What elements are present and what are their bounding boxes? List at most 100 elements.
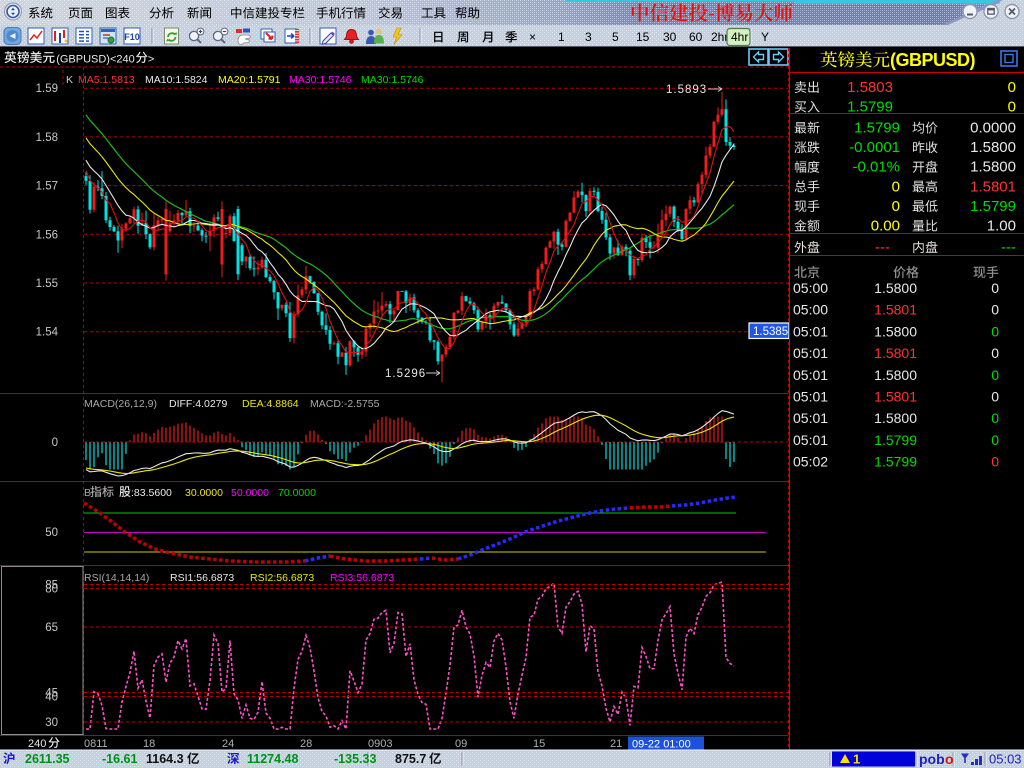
svg-text:RSI1:56.6873: RSI1:56.6873 <box>170 572 234 584</box>
svg-text:MACD(26,12,9): MACD(26,12,9) <box>84 398 157 410</box>
svg-text:24: 24 <box>222 738 234 750</box>
svg-text:DEA:4.8864: DEA:4.8864 <box>242 398 299 410</box>
svg-text:K: K <box>66 74 73 86</box>
svg-text:DIFF:4.0279: DIFF:4.0279 <box>169 398 228 410</box>
svg-text:1.5803: 1.5803 <box>847 79 893 96</box>
svg-text:1.5800: 1.5800 <box>970 159 1016 176</box>
svg-text:o: o <box>945 751 954 767</box>
svg-text:-0.01%: -0.01% <box>852 159 900 176</box>
svg-text:0: 0 <box>991 367 999 383</box>
svg-text:0811: 0811 <box>84 738 108 750</box>
svg-text:1.5296: 1.5296 <box>385 368 426 380</box>
svg-text:0: 0 <box>892 178 900 195</box>
svg-text:15: 15 <box>636 30 650 44</box>
svg-text:1164.3: 1164.3 <box>146 752 184 766</box>
svg-text:0: 0 <box>991 454 999 470</box>
svg-text:1.5893: 1.5893 <box>666 84 707 96</box>
svg-text:50.0000: 50.0000 <box>231 487 269 499</box>
svg-text:B: B <box>84 487 91 499</box>
svg-text:0: 0 <box>991 280 999 296</box>
svg-text:28: 28 <box>300 738 312 750</box>
svg-text:(GBPUSD)<240: (GBPUSD)<240 <box>56 54 135 66</box>
svg-text:0: 0 <box>991 389 999 405</box>
svg-text:15: 15 <box>533 738 545 750</box>
svg-text:0: 0 <box>52 437 58 449</box>
svg-text:0: 0 <box>991 302 999 318</box>
svg-text:05:01: 05:01 <box>793 345 828 361</box>
svg-text:80: 80 <box>45 584 58 596</box>
svg-text:1.56: 1.56 <box>36 229 58 241</box>
svg-text:1.00: 1.00 <box>987 218 1016 235</box>
svg-text:-16.61: -16.61 <box>102 752 137 766</box>
svg-text:---: --- <box>1001 239 1016 256</box>
svg-text:MACD:-2.5755: MACD:-2.5755 <box>310 398 380 410</box>
svg-text:1: 1 <box>558 30 565 44</box>
svg-text:1.5801: 1.5801 <box>874 302 917 318</box>
svg-text:>: > <box>148 54 154 66</box>
svg-text:0.0000: 0.0000 <box>970 120 1016 137</box>
svg-text:1.5799: 1.5799 <box>854 120 900 137</box>
svg-text:30.0000: 30.0000 <box>185 487 223 499</box>
svg-text:F10: F10 <box>124 32 140 42</box>
svg-text:05:01: 05:01 <box>793 367 828 383</box>
svg-text:1.5799: 1.5799 <box>847 99 893 116</box>
svg-text:05:03: 05:03 <box>989 752 1022 767</box>
svg-text:pob: pob <box>919 751 945 767</box>
svg-text:0: 0 <box>991 410 999 426</box>
svg-text:0: 0 <box>991 345 999 361</box>
svg-text:0903: 0903 <box>368 738 392 750</box>
svg-text:0: 0 <box>892 198 900 215</box>
svg-text:MA5:1.5813: MA5:1.5813 <box>78 74 135 86</box>
svg-text:2hr: 2hr <box>711 30 728 44</box>
svg-text:Y: Y <box>761 30 769 44</box>
svg-text:RSI3:56.6873: RSI3:56.6873 <box>330 572 394 584</box>
svg-text:1.5385: 1.5385 <box>753 326 788 338</box>
svg-text:0: 0 <box>1008 79 1016 96</box>
svg-text:1.5801: 1.5801 <box>874 345 917 361</box>
svg-text:240: 240 <box>28 738 46 750</box>
svg-text:×: × <box>529 30 536 44</box>
svg-text:05:00: 05:00 <box>793 280 828 296</box>
svg-text:-135.33: -135.33 <box>334 752 376 766</box>
svg-text:1.5799: 1.5799 <box>970 198 1016 215</box>
svg-text:18: 18 <box>143 738 155 750</box>
svg-text:0: 0 <box>991 323 999 339</box>
svg-text:1.5800: 1.5800 <box>970 139 1016 156</box>
svg-text:MA30:1.5746: MA30:1.5746 <box>361 74 424 86</box>
svg-text:30: 30 <box>663 30 677 44</box>
svg-text:11274.48: 11274.48 <box>247 752 298 766</box>
svg-text:1.5799: 1.5799 <box>874 454 917 470</box>
svg-text:1.5800: 1.5800 <box>874 410 917 426</box>
svg-text:21: 21 <box>610 738 622 750</box>
svg-text::83.5600: :83.5600 <box>131 487 172 499</box>
svg-text:0: 0 <box>1008 99 1016 116</box>
svg-text:-0.0001: -0.0001 <box>849 139 900 156</box>
svg-text:65: 65 <box>45 622 58 634</box>
svg-text:MA30:1.5746: MA30:1.5746 <box>289 74 352 86</box>
svg-text:0.00: 0.00 <box>871 218 900 235</box>
svg-text:1: 1 <box>853 752 860 767</box>
svg-text:1.5800: 1.5800 <box>874 323 917 339</box>
svg-text:MA20:1.5791: MA20:1.5791 <box>218 74 281 86</box>
svg-text:50: 50 <box>45 527 58 539</box>
svg-text:05:00: 05:00 <box>793 302 828 318</box>
svg-text:1.5801: 1.5801 <box>874 389 917 405</box>
svg-text:09: 09 <box>455 738 467 750</box>
svg-text:05:01: 05:01 <box>793 432 828 448</box>
svg-text:1.57: 1.57 <box>36 181 58 193</box>
svg-text:MA10:1.5824: MA10:1.5824 <box>145 74 208 86</box>
svg-text:RSI2:56.6873: RSI2:56.6873 <box>250 572 314 584</box>
svg-text:60: 60 <box>689 30 703 44</box>
svg-text:05:02: 05:02 <box>793 454 828 470</box>
svg-text:RSI(14,14,14): RSI(14,14,14) <box>84 572 149 584</box>
svg-text:(GBPUSD): (GBPUSD) <box>890 50 976 70</box>
svg-text:5: 5 <box>612 30 619 44</box>
svg-text:70.0000: 70.0000 <box>278 487 316 499</box>
svg-text:09-22 01:00: 09-22 01:00 <box>632 739 691 751</box>
svg-text:875.7: 875.7 <box>395 752 426 766</box>
svg-text:3: 3 <box>585 30 592 44</box>
svg-text:40: 40 <box>45 692 58 704</box>
svg-text:1.5800: 1.5800 <box>874 367 917 383</box>
svg-text:1.55: 1.55 <box>36 278 58 290</box>
svg-text:1.58: 1.58 <box>36 132 58 144</box>
